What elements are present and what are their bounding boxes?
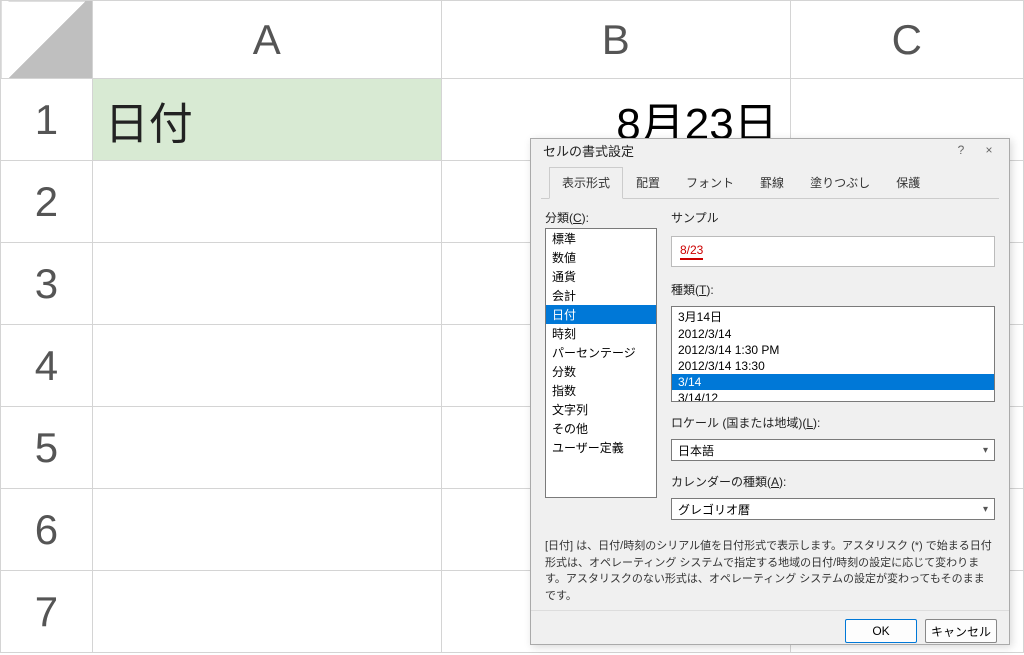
cell-a3[interactable] [92, 243, 441, 325]
type-item[interactable]: 2012/3/14 [672, 326, 994, 342]
chevron-down-icon: ▾ [983, 504, 988, 515]
select-all-corner[interactable] [1, 1, 93, 79]
row-header-2[interactable]: 2 [1, 161, 93, 243]
type-label: 種類(T): [671, 281, 995, 298]
calendar-value: グレゴリオ暦 [678, 501, 750, 518]
locale-label: ロケール (国または地域)(L): [671, 414, 995, 431]
category-listbox[interactable]: 標準数値通貨会計日付時刻パーセンテージ分数指数文字列その他ユーザー定義 [545, 228, 657, 498]
type-item[interactable]: 3/14 [672, 374, 994, 390]
close-button[interactable]: × [975, 139, 1003, 161]
category-item[interactable]: 通貨 [546, 267, 656, 286]
dialog-titlebar[interactable]: セルの書式設定 ? × [531, 139, 1009, 161]
format-cells-dialog: セルの書式設定 ? × 表示形式 配置 フォント 罫線 塗りつぶし 保護 分類(… [530, 138, 1010, 645]
col-header-c[interactable]: C [790, 1, 1023, 79]
row-header-7[interactable]: 7 [1, 571, 93, 653]
help-button[interactable]: ? [947, 139, 975, 161]
locale-value: 日本語 [678, 442, 714, 459]
row-header-6[interactable]: 6 [1, 489, 93, 571]
cell-a7[interactable] [92, 571, 441, 653]
category-item[interactable]: パーセンテージ [546, 343, 656, 362]
tab-fill[interactable]: 塗りつぶし [797, 167, 883, 198]
type-item[interactable]: 3/14/12 [672, 390, 994, 402]
category-item[interactable]: 日付 [546, 305, 656, 324]
cell-a2[interactable] [92, 161, 441, 243]
dialog-body: 分類(C): 標準数値通貨会計日付時刻パーセンテージ分数指数文字列その他ユーザー… [531, 199, 1009, 610]
sample-value: 8/23 [680, 243, 703, 260]
cell-a5[interactable] [92, 407, 441, 489]
sample-label: サンプル [671, 209, 995, 226]
category-item[interactable]: 会計 [546, 286, 656, 305]
category-item[interactable]: 標準 [546, 229, 656, 248]
description-text: [日付] は、日付/時刻のシリアル値を日付形式で表示します。アスタリスク (*)… [545, 538, 995, 604]
tab-number[interactable]: 表示形式 [549, 167, 623, 199]
col-header-b[interactable]: B [441, 1, 790, 79]
row-header-4[interactable]: 4 [1, 325, 93, 407]
category-item[interactable]: ユーザー定義 [546, 438, 656, 457]
category-item[interactable]: 時刻 [546, 324, 656, 343]
type-item[interactable]: 3月14日 [672, 307, 994, 326]
col-header-a[interactable]: A [92, 1, 441, 79]
row-header-1[interactable]: 1 [1, 79, 93, 161]
cell-a4[interactable] [92, 325, 441, 407]
tab-border[interactable]: 罫線 [747, 167, 797, 198]
chevron-down-icon: ▾ [983, 445, 988, 456]
dialog-footer: OK キャンセル [531, 610, 1009, 655]
dialog-title: セルの書式設定 [543, 141, 947, 160]
cancel-button[interactable]: キャンセル [925, 619, 997, 643]
type-listbox[interactable]: 3月14日2012/3/142012/3/14 1:30 PM2012/3/14… [671, 306, 995, 402]
cell-a6[interactable] [92, 489, 441, 571]
tab-font[interactable]: フォント [673, 167, 747, 198]
category-label: 分類(C): [545, 209, 657, 226]
calendar-label: カレンダーの種類(A): [671, 473, 995, 490]
category-item[interactable]: 指数 [546, 381, 656, 400]
ok-button[interactable]: OK [845, 619, 917, 643]
category-item[interactable]: 数値 [546, 248, 656, 267]
category-item[interactable]: 文字列 [546, 400, 656, 419]
tab-protection[interactable]: 保護 [883, 167, 933, 198]
type-item[interactable]: 2012/3/14 13:30 [672, 358, 994, 374]
row-header-5[interactable]: 5 [1, 407, 93, 489]
row-header-3[interactable]: 3 [1, 243, 93, 325]
calendar-combo[interactable]: グレゴリオ暦 ▾ [671, 498, 995, 520]
tab-alignment[interactable]: 配置 [623, 167, 673, 198]
category-item[interactable]: その他 [546, 419, 656, 438]
category-item[interactable]: 分数 [546, 362, 656, 381]
dialog-tabs: 表示形式 配置 フォント 罫線 塗りつぶし 保護 [541, 161, 999, 199]
sample-box: 8/23 [671, 236, 995, 267]
type-item[interactable]: 2012/3/14 1:30 PM [672, 342, 994, 358]
locale-combo[interactable]: 日本語 ▾ [671, 439, 995, 461]
cell-a1[interactable]: 日付 [92, 79, 441, 161]
